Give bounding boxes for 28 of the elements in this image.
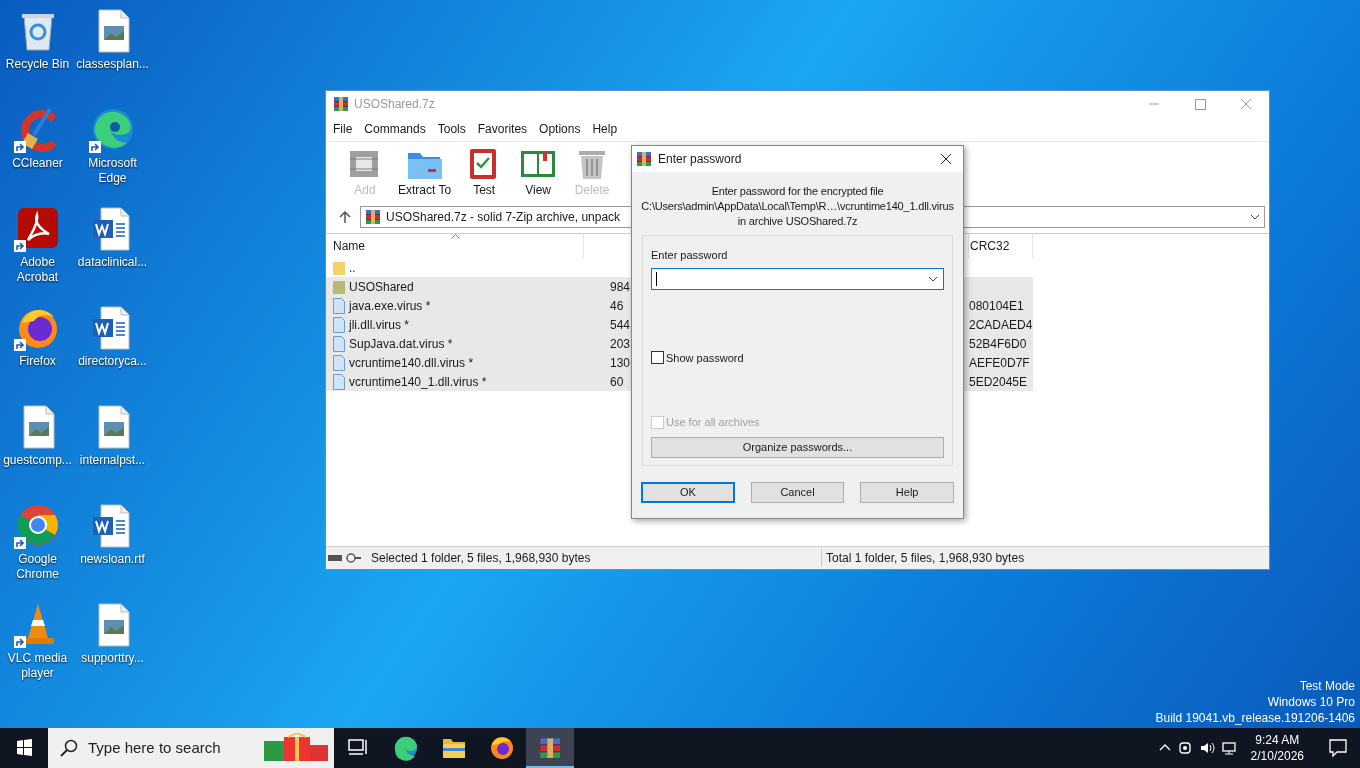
crc-value: 2CADAED4 <box>969 316 1033 334</box>
watermark-text: Build 19041.vb_release.191206-1406 <box>1155 710 1355 726</box>
watermark-text: Test Mode <box>1299 678 1355 694</box>
file-name: USOShared <box>349 278 414 296</box>
dialog-title: Enter password <box>658 151 742 168</box>
crc-value: AEFE0D7F <box>969 354 1030 372</box>
crc-value: 52B4F6D0 <box>969 335 1027 353</box>
file-size: 203 <box>610 335 631 353</box>
crc-value: 080104E1 <box>969 297 1024 315</box>
file-name: vcruntime140_1.dll.virus * <box>349 373 487 391</box>
file-size: 984 <box>610 278 631 296</box>
watermark-text: Windows 10 Pro <box>1267 694 1355 710</box>
window-title: USOShared.7z <box>354 96 435 113</box>
file-size: 46 <box>610 297 624 315</box>
crc-value: 5ED2045E <box>969 373 1028 391</box>
file-name: SupJava.dat.virus * <box>349 335 453 353</box>
file-size: 60 <box>610 373 624 391</box>
field-label: Enter password <box>651 248 729 263</box>
status-text: Total 1 folder, 5 files, 1,968,930 bytes <box>821 549 1025 567</box>
file-name: jli.dll.virus * <box>349 316 409 334</box>
file-name: .. <box>349 259 356 277</box>
message-text: in archive USOShared.7z <box>737 214 858 229</box>
file-size: 130 <box>610 354 631 372</box>
file-name: java.exe.virus * <box>349 297 431 315</box>
message-text: Enter password for the encrypted file <box>711 184 884 199</box>
file-size: 544 <box>610 316 631 334</box>
file-name: vcruntime140.dll.virus * <box>349 354 474 372</box>
status-text: Selected 1 folder, 5 files, 1,968,930 bytes <box>371 550 592 567</box>
